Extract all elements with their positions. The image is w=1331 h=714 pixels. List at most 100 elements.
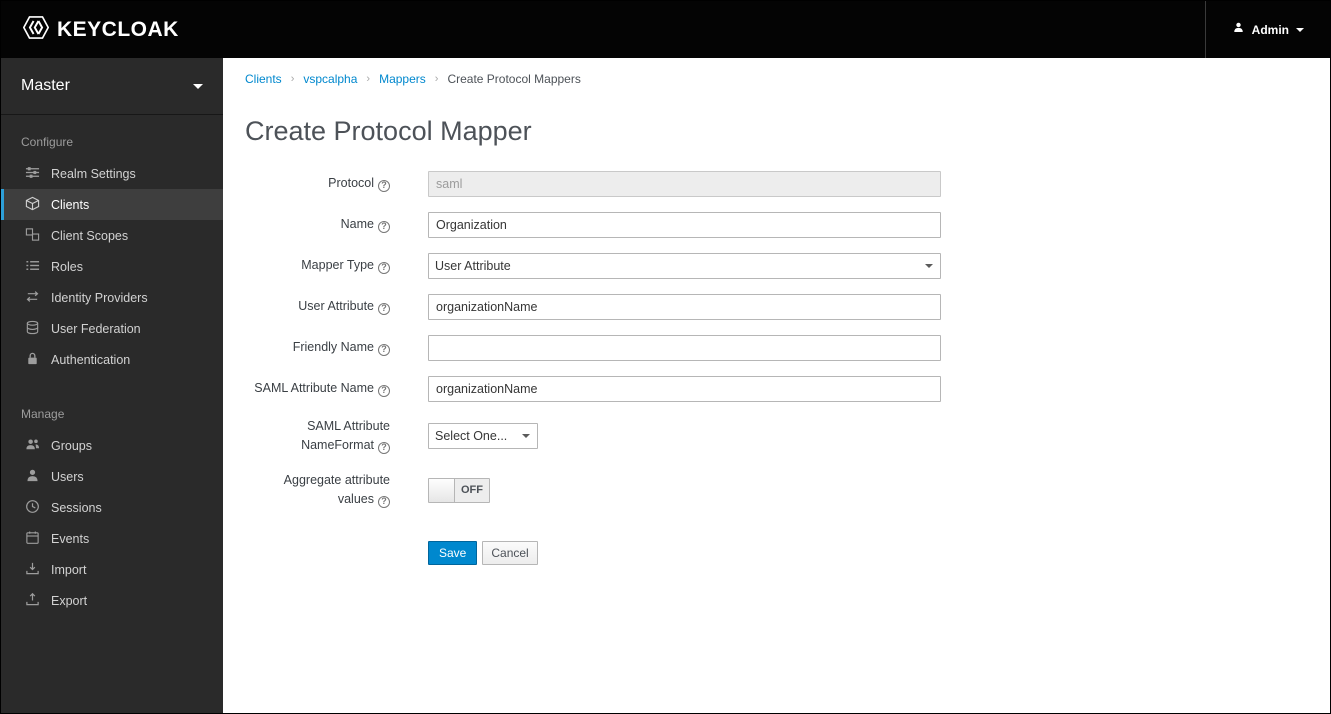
sidebar-item-import[interactable]: Import — [1, 554, 223, 585]
saml-attribute-name-input[interactable] — [428, 376, 941, 402]
sidebar-item-roles[interactable]: Roles — [1, 251, 223, 282]
sidebar-item-users[interactable]: Users — [1, 461, 223, 492]
save-button[interactable]: Save — [428, 540, 478, 565]
cube-icon — [25, 196, 40, 214]
mapper-type-row: Mapper Type User Attribute — [245, 253, 1306, 279]
topbar: KEYCLOAK Admin — [1, 1, 1330, 58]
logo-text: KEYCLOAK — [57, 17, 179, 41]
create-mapper-form: Protocol Name Mapper Typ — [245, 171, 1306, 565]
chevron-down-icon — [1296, 27, 1304, 32]
import-icon — [25, 561, 40, 579]
sidebar-item-label: User Federation — [51, 321, 141, 336]
chevron-down-icon — [193, 83, 203, 89]
sidebar-item-label: Authentication — [51, 352, 131, 367]
saml-nameformat-select-input[interactable]: Select One... — [428, 423, 538, 450]
mapper-type-select[interactable]: User Attribute — [428, 253, 941, 279]
help-icon[interactable] — [378, 385, 390, 398]
sidebar-item-label: Sessions — [51, 500, 102, 515]
chevron-right-icon: › — [434, 73, 439, 85]
sidebar-item-label: Import — [51, 562, 87, 577]
manage-section: Manage Groups Users Sessions Events Impo… — [1, 401, 223, 616]
database-icon — [25, 320, 40, 338]
user-attribute-input[interactable] — [428, 294, 941, 320]
sidebar-item-realm-settings[interactable]: Realm Settings — [1, 158, 223, 189]
chevron-right-icon: › — [290, 73, 295, 85]
exchange-icon — [25, 289, 40, 307]
list-icon — [25, 258, 40, 276]
saml-nameformat-label: SAML Attribute NameFormat — [245, 417, 390, 456]
toggle-state-label: OFF — [455, 478, 489, 502]
friendly-name-row: Friendly Name — [245, 335, 1306, 361]
breadcrumb: Clients › vspcalpha › Mappers › Create P… — [245, 72, 1306, 86]
keycloak-admin-window: KEYCLOAK Admin Master Configure Realm Se… — [0, 0, 1331, 714]
sidebar-item-label: Roles — [51, 259, 83, 274]
aggregate-values-label: Aggregate attribute values — [245, 471, 390, 510]
sidebar-item-groups[interactable]: Groups — [1, 430, 223, 461]
breadcrumb-current: Create Protocol Mappers — [447, 72, 581, 86]
mapper-type-select-input[interactable]: User Attribute — [428, 253, 941, 279]
breadcrumb-mappers[interactable]: Mappers — [379, 72, 426, 86]
page-title: Create Protocol Mapper — [245, 116, 532, 146]
sidebar-item-label: Events — [51, 531, 90, 546]
keycloak-logo-icon — [22, 15, 50, 44]
user-attribute-label: User Attribute — [245, 297, 390, 316]
sidebar-item-label: Identity Providers — [51, 290, 148, 305]
realm-selector[interactable]: Master — [1, 58, 223, 115]
protocol-row: Protocol — [245, 171, 1306, 197]
sidebar-item-events[interactable]: Events — [1, 523, 223, 554]
name-input[interactable] — [428, 212, 941, 238]
users-icon — [25, 437, 40, 455]
export-icon — [25, 592, 40, 610]
saml-nameformat-select[interactable]: Select One... — [428, 423, 538, 450]
help-icon[interactable] — [378, 442, 390, 455]
breadcrumb-client[interactable]: vspcalpha — [303, 72, 357, 86]
sidebar-item-label: Realm Settings — [51, 166, 136, 181]
calendar-icon — [25, 530, 40, 548]
sidebar-item-label: Export — [51, 593, 88, 608]
sidebar-item-authentication[interactable]: Authentication — [1, 344, 223, 375]
name-label: Name — [245, 215, 390, 234]
lock-icon — [25, 351, 40, 369]
help-icon[interactable] — [378, 262, 390, 275]
aggregate-values-row: Aggregate attribute values OFF — [245, 471, 1306, 510]
toggle-handle — [429, 478, 455, 502]
saml-attribute-name-row: SAML Attribute Name — [245, 376, 1306, 402]
help-icon[interactable] — [378, 303, 390, 316]
section-label-configure: Configure — [21, 135, 74, 149]
protocol-input — [428, 171, 941, 197]
name-row: Name — [245, 212, 1306, 238]
sidebar-item-user-federation[interactable]: User Federation — [1, 313, 223, 344]
admin-menu[interactable]: Admin — [1204, 1, 1330, 58]
sidebar-item-sessions[interactable]: Sessions — [1, 492, 223, 523]
sidebar-item-label: Users — [51, 469, 84, 484]
breadcrumb-clients[interactable]: Clients — [245, 72, 282, 86]
section-label-manage: Manage — [21, 407, 65, 421]
sidebar-item-clients[interactable]: Clients — [1, 189, 223, 220]
saml-nameformat-row: SAML Attribute NameFormat Select One... — [245, 417, 1306, 456]
keycloak-logo[interactable]: KEYCLOAK — [1, 15, 179, 44]
help-icon[interactable] — [378, 180, 390, 193]
sidebar-item-label: Client Scopes — [51, 228, 129, 243]
help-icon[interactable] — [378, 221, 390, 234]
sidebar-nav: Configure Realm Settings Clients Client … — [1, 115, 223, 616]
sidebar-item-export[interactable]: Export — [1, 585, 223, 616]
protocol-label: Protocol — [245, 174, 390, 193]
user-icon — [1232, 21, 1245, 39]
user-icon — [25, 468, 40, 486]
help-icon[interactable] — [378, 496, 390, 509]
cancel-button[interactable]: Cancel — [482, 540, 538, 565]
sidebar-item-identity-providers[interactable]: Identity Providers — [1, 282, 223, 313]
help-icon[interactable] — [378, 344, 390, 357]
friendly-name-label: Friendly Name — [245, 338, 390, 357]
sidebar-item-label: Clients — [51, 197, 90, 212]
sidebar-item-client-scopes[interactable]: Client Scopes — [1, 220, 223, 251]
cubes-icon — [25, 227, 40, 245]
aggregate-values-toggle[interactable]: OFF — [428, 477, 490, 503]
friendly-name-input[interactable] — [428, 335, 941, 361]
chevron-right-icon: › — [366, 73, 371, 85]
admin-menu-label: Admin — [1251, 22, 1289, 37]
main-content: Clients › vspcalpha › Mappers › Create P… — [223, 58, 1330, 713]
realm-name: Master — [21, 77, 70, 94]
clock-icon — [25, 499, 40, 517]
sliders-icon — [25, 165, 40, 183]
